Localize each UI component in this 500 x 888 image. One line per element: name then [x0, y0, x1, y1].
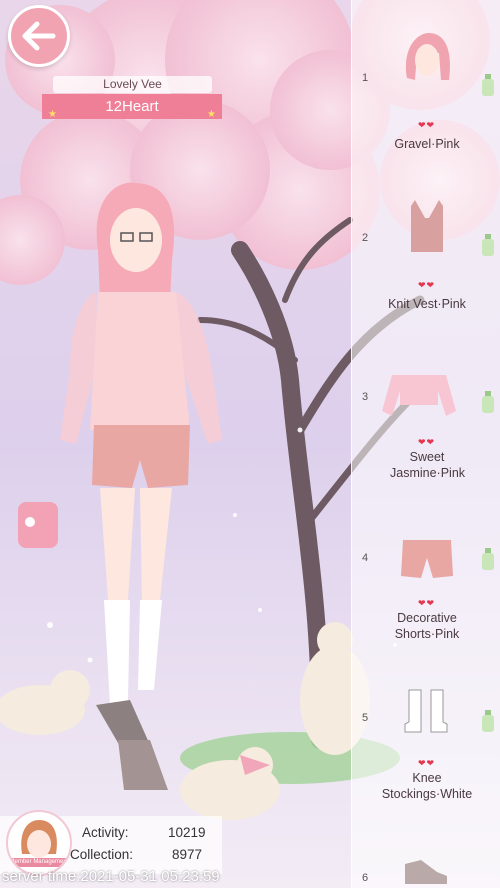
player-name: Lovely Vee — [53, 76, 212, 93]
item-name: Gravel·Pink — [394, 137, 460, 151]
rating-hearts: ❤❤ — [417, 437, 436, 447]
item-name: Knit Vest·Pink — [388, 297, 466, 311]
outfit-item-2[interactable]: 2 ❤❤ Knit Vest·Pink — [352, 190, 500, 320]
outfit-item-6[interactable]: 6 — [352, 850, 500, 888]
outfit-item-4[interactable]: 4 ❤❤ Decorative Shorts·Pink — [352, 520, 500, 650]
item-number: 5 — [362, 712, 369, 724]
activity-value: 10219 — [168, 825, 206, 840]
outfit-item-3[interactable]: 3 ❤❤ Sweet Jasmine·Pink — [352, 355, 500, 485]
item-number: 2 — [362, 232, 369, 244]
outfit-item-1[interactable]: 1 ❤❤ Gravel·Pink — [352, 26, 500, 156]
item-number: 3 — [362, 391, 369, 403]
hair-icon — [406, 33, 451, 80]
rating-hearts: ❤❤ — [417, 280, 436, 290]
collection-label: Collection: — [70, 847, 134, 862]
potion-bottle-icon — [482, 391, 494, 413]
outfit-item-5[interactable]: 5 ❤❤ Knee Stockings·White — [352, 680, 500, 810]
knit-vest-icon — [411, 200, 443, 252]
server-time: server time:2021-05-31 05:23:59 — [2, 868, 220, 885]
avatar-caption: Member Management — [8, 858, 70, 867]
rating-hearts: ❤❤ — [417, 758, 436, 768]
arrow-left-icon — [22, 21, 56, 51]
star-icon: ★ — [207, 109, 216, 120]
collection-value: 8977 — [172, 847, 203, 862]
potion-bottle-icon — [482, 74, 494, 96]
star-icon: ★ — [48, 109, 57, 120]
potion-bottle-icon — [482, 548, 494, 570]
shorts-icon — [401, 540, 453, 578]
item-name: Knee Stockings·White — [381, 771, 473, 801]
item-number: 1 — [362, 72, 369, 84]
stockings-icon — [404, 689, 448, 733]
rating-hearts: ❤❤ — [417, 120, 436, 130]
shoes-icon — [405, 860, 447, 884]
item-name: Sweet Jasmine·Pink — [390, 450, 466, 480]
potion-bottle-icon — [482, 710, 494, 732]
item-name: Decorative Shorts·Pink — [394, 611, 460, 641]
potion-bottle-icon — [482, 234, 494, 256]
back-button[interactable] — [8, 5, 70, 67]
member-management-button[interactable]: Member Management — [6, 810, 72, 876]
player-title-badge: ★ 12Heart ★ — [42, 94, 222, 120]
outfit-list-panel: 1 ❤❤ Gravel·Pink 2 ❤❤ Knit Vest·Pink 3 ❤… — [351, 0, 500, 888]
rating-hearts: ❤❤ — [417, 598, 436, 608]
player-title: 12Heart — [105, 98, 159, 115]
blouse-icon — [382, 375, 456, 416]
activity-label: Activity: — [82, 825, 129, 840]
item-number: 4 — [362, 552, 369, 564]
item-number: 6 — [362, 872, 369, 884]
